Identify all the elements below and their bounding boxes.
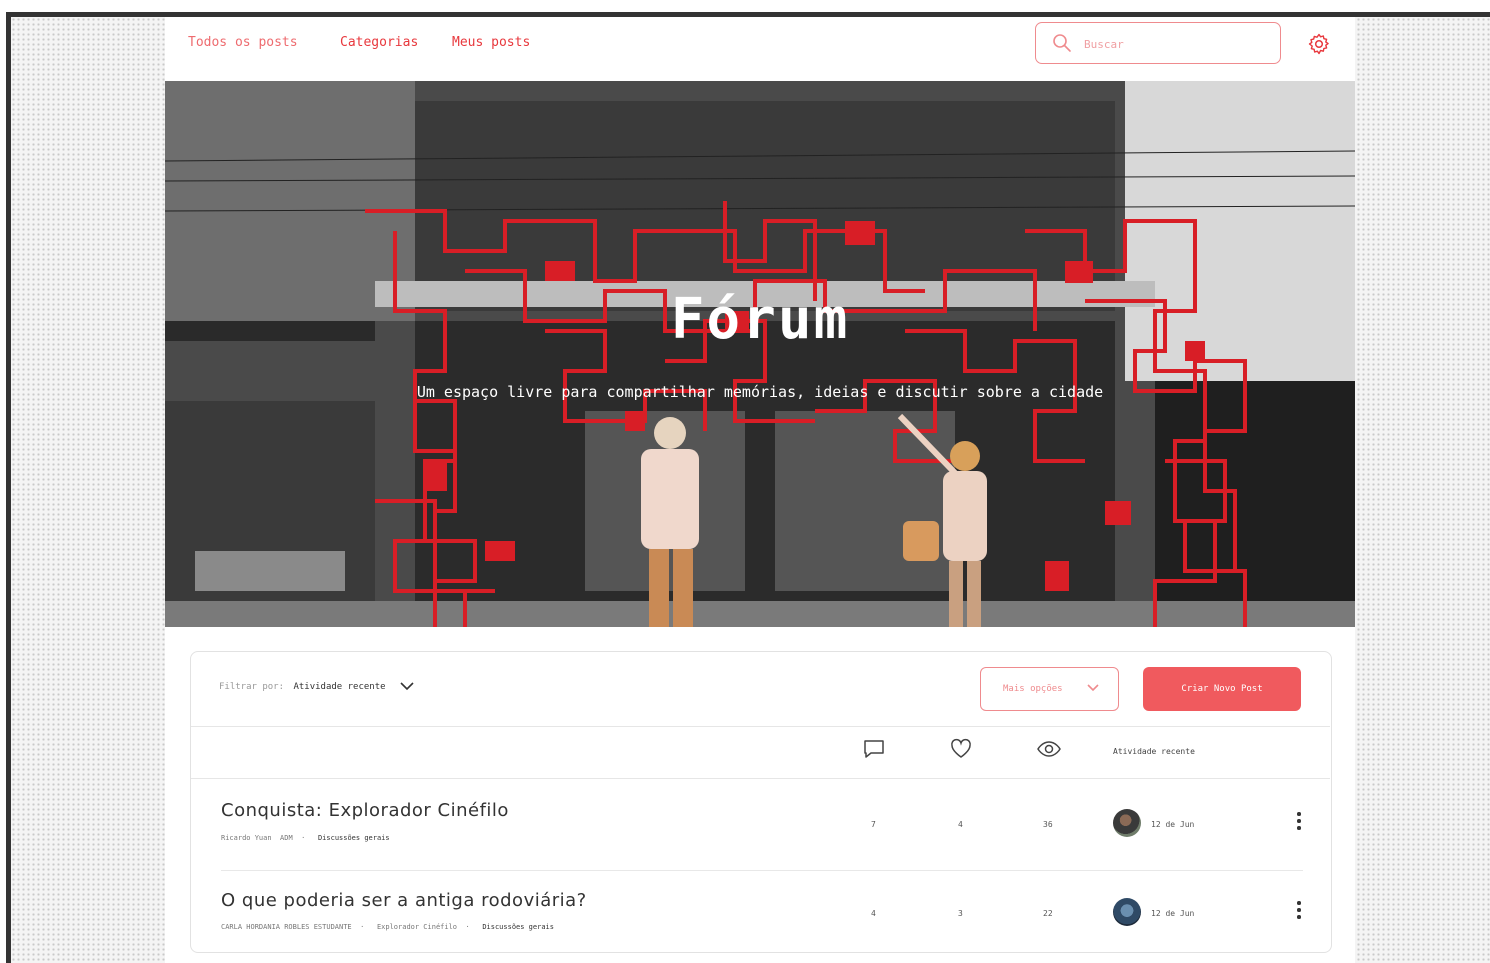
comment-count: 4 <box>871 909 876 918</box>
filter-label: Filtrar por: <box>219 682 285 692</box>
new-post-button[interactable]: Criar Novo Post <box>1143 667 1301 711</box>
avatar[interactable] <box>1113 809 1141 837</box>
table-row[interactable]: Conquista: Explorador Cinéfilo Ricardo Y… <box>191 782 1330 870</box>
like-count: 3 <box>958 909 963 918</box>
search-icon <box>1053 34 1071 52</box>
avatar[interactable] <box>1113 898 1141 926</box>
search-box[interactable] <box>1035 22 1281 64</box>
more-vertical-icon[interactable] <box>1297 812 1303 833</box>
divider <box>191 726 1330 727</box>
nav-categories[interactable]: Categorias <box>340 35 418 50</box>
post-date: 12 de Jun <box>1151 909 1195 918</box>
filter-value: Atividade recente <box>293 682 386 692</box>
eye-icon <box>1037 741 1061 757</box>
post-category[interactable]: Discussões gerais <box>482 923 554 931</box>
chevron-down-icon <box>1087 684 1099 692</box>
posts-panel: Filtrar por: Atividade recente Mais opçõ… <box>190 651 1332 953</box>
post-date: 12 de Jun <box>1151 820 1195 829</box>
divider <box>221 870 1303 871</box>
hero-title: Fórum <box>670 287 850 352</box>
chevron-down-icon <box>400 682 414 691</box>
top-nav: Todos os posts Categorias Meus posts <box>165 17 1355 81</box>
header-activity: Atividade recente <box>1113 747 1195 756</box>
more-vertical-icon[interactable] <box>1297 901 1303 922</box>
forum-page: Todos os posts Categorias Meus posts Bus… <box>165 17 1355 963</box>
hero-banner: Fórum Um espaço livre para compartilhar … <box>165 81 1355 627</box>
view-count: 22 <box>1043 909 1053 918</box>
post-category[interactable]: Discussões gerais <box>318 834 390 842</box>
post-author[interactable]: CARLA HORDANIA ROBLES ESTUDANTE <box>221 923 352 931</box>
post-author[interactable]: Ricardo Yuan <box>221 834 272 842</box>
divider <box>191 778 1330 779</box>
comment-icon <box>864 740 884 758</box>
nav-my-posts[interactable]: Meus posts <box>452 35 530 50</box>
author-badge: Explorador Cinéfilo <box>376 923 458 931</box>
heart-icon <box>951 738 971 758</box>
more-options-label: Mais opções <box>1003 684 1063 694</box>
view-count: 36 <box>1043 820 1053 829</box>
filter-dropdown[interactable]: Filtrar por: Atividade recente <box>219 682 414 692</box>
gear-icon[interactable] <box>1307 32 1331 56</box>
search-input[interactable] <box>1082 32 1266 56</box>
hero-subtitle: Um espaço livre para compartilhar memóri… <box>416 383 1104 401</box>
post-meta: CARLA HORDANIA ROBLES ESTUDANTE · Explor… <box>221 923 554 931</box>
nav-all-posts[interactable]: Todos os posts <box>188 35 298 50</box>
hero-illustration <box>165 81 1355 627</box>
table-row[interactable]: O que poderia ser a antiga rodoviária? C… <box>191 870 1330 958</box>
more-options-button[interactable]: Mais opções <box>980 667 1119 711</box>
like-count: 4 <box>958 820 963 829</box>
post-meta: Ricardo Yuan ADM · Discussões gerais <box>221 834 390 842</box>
post-title[interactable]: Conquista: Explorador Cinéfilo <box>221 800 509 821</box>
comment-count: 7 <box>871 820 876 829</box>
post-title[interactable]: O que poderia ser a antiga rodoviária? <box>221 890 587 911</box>
author-badge: ADM <box>280 834 293 842</box>
